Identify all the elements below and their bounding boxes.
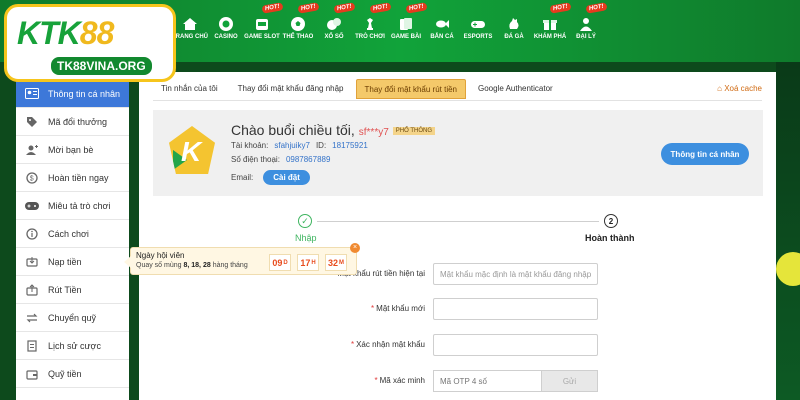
step-1-label: Nhập (295, 233, 317, 243)
gamepad-icon (24, 200, 40, 212)
wallet-icon (24, 368, 40, 380)
otp-row: *Mã xác minh Gửi (139, 370, 776, 394)
nav-kham-pha[interactable]: HOT! KHÁM PHÁ (532, 2, 572, 54)
sidebar-item-wallet[interactable]: Quỹ tiền (16, 360, 129, 388)
lottery-icon (327, 18, 341, 30)
close-icon[interactable]: × (350, 243, 360, 253)
step-1-check-icon: ✓ (298, 214, 312, 228)
sidebar-item-how-to-play[interactable]: Cách chơi (16, 220, 129, 248)
avatar-letter: K (181, 136, 202, 167)
confirm-password-input[interactable] (433, 334, 598, 356)
tab-bar: Tin nhắn của tôi Thay đổi mật khẩu đăng … (153, 79, 565, 99)
background-decoration (776, 62, 800, 400)
clear-cache-link[interactable]: ⌂ Xoá cache (717, 84, 762, 93)
tab-my-messages[interactable]: Tin nhắn của tôi (153, 79, 226, 99)
phone-info: Số điện thoại: 0987867889 (231, 155, 331, 164)
otp-input[interactable] (433, 370, 541, 392)
soccer-icon (291, 17, 305, 31)
tennis-ball-decoration (776, 252, 800, 286)
info-icon (24, 227, 40, 240)
sidebar-item-withdraw[interactable]: Rút Tiền (16, 276, 129, 304)
nav-the-thao[interactable]: HOT! THỂ THAO (280, 2, 320, 54)
tab-google-authenticator[interactable]: Google Authenticator (470, 79, 561, 99)
nav-xo-so[interactable]: HOT! XỔ SỐ (316, 2, 356, 54)
countdown-minutes: 32 M (325, 254, 347, 271)
greeting: Chào buổi chiều tối, sf***y7 PHỔ THÔNG (231, 122, 436, 138)
rooster-icon (509, 18, 519, 29)
new-password-input[interactable] (433, 298, 598, 320)
nav-da-ga[interactable]: ĐÁ GÀ (496, 10, 532, 54)
tag-icon (24, 116, 40, 128)
gamepad-icon (471, 21, 485, 28)
email-info: Email: Cài đặt (231, 170, 310, 185)
home-icon (183, 18, 197, 30)
step-progress-line (317, 221, 599, 222)
logo-url: TK88VINA.ORG (51, 57, 152, 75)
popup-title: Ngày hội viên (136, 251, 185, 260)
nav-esports[interactable]: ESPORTS (460, 10, 496, 54)
tab-change-withdraw-password[interactable]: Thay đổi mật khẩu rút tiền (355, 79, 466, 99)
logo-wordmark: KTK88 (17, 15, 114, 51)
main-panel: Tin nhắn của tôi Thay đổi mật khẩu đăng … (139, 72, 776, 400)
tab-change-login-password[interactable]: Thay đổi mật khẩu đăng nhập (230, 79, 352, 99)
sidebar-item-reward-code[interactable]: Mã đổi thưởng (16, 108, 129, 136)
step-2-label: Hoàn thành (585, 233, 635, 243)
chess-icon (367, 18, 373, 30)
nav-casino[interactable]: CASINO (208, 10, 244, 54)
step-2-number: 2 (604, 214, 618, 228)
nav-home[interactable]: TRANG CHỦ (172, 10, 208, 54)
new-password-label: * Mật khẩu mới (371, 304, 425, 313)
confirm-password-label: * Xác nhận mật khẩu (350, 340, 425, 349)
nav-dai-ly[interactable]: HOT! ĐẠI LÝ (568, 2, 608, 54)
withdraw-icon (24, 283, 40, 296)
send-otp-button[interactable]: Gửi (541, 370, 598, 392)
refund-icon: $ (24, 171, 40, 184)
slot-icon (256, 19, 268, 30)
otp-label: * Mã xác minh (374, 376, 425, 385)
casino-chip-icon (219, 17, 233, 31)
transfer-icon (24, 312, 40, 324)
deposit-icon (24, 256, 40, 268)
fish-icon (436, 20, 449, 28)
agent-icon (580, 18, 592, 31)
main-nav: TRANG CHỦ CASINO HOT! GAME SLOT HOT! THỂ… (172, 2, 800, 54)
tab-divider (153, 100, 762, 101)
rank-badge: PHỔ THÔNG (392, 127, 436, 136)
invite-icon (24, 144, 40, 156)
sidebar-item-game-description[interactable]: Miêu tả trò chơi (16, 192, 129, 220)
avatar: K (169, 126, 215, 174)
gift-icon (543, 20, 557, 30)
nav-game-slot[interactable]: HOT! GAME SLOT (244, 2, 284, 54)
user-card-icon (24, 88, 40, 100)
email-setup-button[interactable]: Cài đặt (263, 170, 310, 185)
svg-text:$: $ (30, 175, 34, 182)
history-icon (24, 339, 40, 352)
countdown-hours: 17 H (297, 254, 319, 271)
profile-card: K Chào buổi chiều tối, sf***y7 PHỔ THÔNG T… (153, 110, 763, 196)
countdown-days: 09 D (269, 254, 291, 271)
new-password-row: * Mật khẩu mới (139, 298, 776, 322)
sidebar-item-refund[interactable]: $ Hoàn tiền ngay (16, 164, 129, 192)
member-day-popup: Ngày hội viên Quay số mùng 8, 18, 28 hàn… (124, 243, 360, 275)
sidebar-item-deposit[interactable]: Nạp tiền (16, 248, 129, 276)
account-sidebar: Thông tin cá nhân Mã đổi thưởng Mời bạn … (16, 80, 129, 400)
nav-tro-choi[interactable]: HOT! TRÒ CHƠI (352, 2, 392, 54)
sidebar-item-invite-friends[interactable]: Mời bạn bè (16, 136, 129, 164)
hot-badge: HOT! (585, 2, 608, 14)
trash-icon: ⌂ (717, 84, 722, 93)
account-info: Tài khoản: sfahjuiky7 ID: 18175921 (231, 141, 368, 150)
nav-ban-ca[interactable]: BẮN CÁ (424, 10, 460, 54)
sidebar-item-bet-history[interactable]: Lịch sử cược (16, 332, 129, 360)
current-password-input[interactable] (433, 263, 598, 285)
nickname: sf***y7 (358, 127, 389, 138)
sidebar-item-transfer[interactable]: Chuyển quỹ (16, 304, 129, 332)
cards-icon (400, 18, 412, 30)
otp-group: Gửi (433, 370, 598, 392)
personal-info-button[interactable]: Thông tin cá nhân (661, 143, 749, 165)
confirm-password-row: * Xác nhận mật khẩu (139, 334, 776, 358)
nav-game-bai[interactable]: HOT! GAME BÀI (388, 2, 428, 54)
popup-subtitle: Quay số mùng 8, 18, 28 hàng tháng (136, 262, 248, 269)
sidebar-item-personal-info[interactable]: Thông tin cá nhân (16, 80, 129, 108)
site-logo[interactable]: KTK88 TK88VINA.ORG (4, 4, 176, 82)
